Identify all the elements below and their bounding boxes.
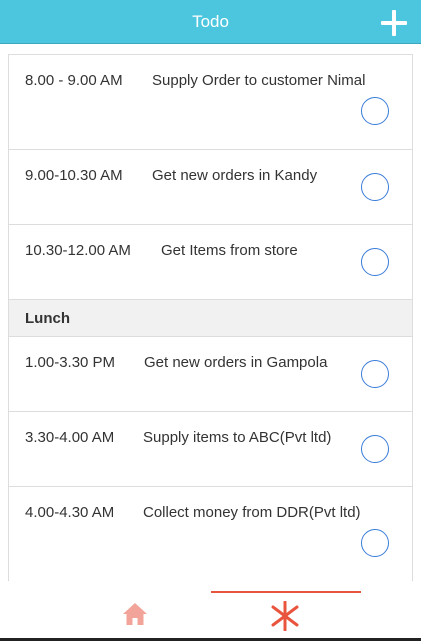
tab-home[interactable] <box>60 582 210 638</box>
app-header: Todo <box>0 0 421 44</box>
asterisk-icon <box>271 601 299 631</box>
task-title: Get Items from store <box>161 242 298 259</box>
tab-todo[interactable] <box>211 591 361 638</box>
home-icon <box>123 603 147 625</box>
task-time: 8.00 - 9.00 AM <box>25 72 123 89</box>
section-divider-lunch: Lunch <box>9 300 412 337</box>
task-checkbox[interactable] <box>361 97 389 125</box>
add-task-button[interactable] <box>381 10 407 36</box>
task-title: Get new orders in Gampola <box>144 354 328 371</box>
list-item[interactable]: 3.30-4.00 AM Supply items to ABC(Pvt ltd… <box>9 412 412 487</box>
task-time: 4.00-4.30 AM <box>25 504 115 521</box>
task-checkbox[interactable] <box>361 360 389 388</box>
list-item[interactable]: 10.30-12.00 AM Get Items from store <box>9 225 412 300</box>
task-time: 3.30-4.00 AM <box>25 429 115 446</box>
task-time: 10.30-12.00 AM <box>25 242 131 259</box>
task-checkbox[interactable] <box>361 529 389 557</box>
task-checkbox[interactable] <box>361 248 389 276</box>
page-title: Todo <box>192 12 229 31</box>
task-title: Get new orders in Kandy <box>152 167 318 184</box>
task-title: Supply Order to customer Nimal <box>152 72 366 89</box>
task-title: Collect money from DDR(Pvt ltd) <box>143 504 361 521</box>
task-checkbox[interactable] <box>361 435 389 463</box>
task-list: 8.00 - 9.00 AM Supply Order to customer … <box>8 54 413 581</box>
task-title: Supply items to ABC(Pvt ltd) <box>143 429 332 446</box>
list-item[interactable]: 8.00 - 9.00 AM Supply Order to customer … <box>9 55 412 150</box>
task-time: 9.00-10.30 AM <box>25 167 123 184</box>
task-checkbox[interactable] <box>361 173 389 201</box>
list-item[interactable]: 1.00-3.30 PM Get new orders in Gampola <box>9 337 412 412</box>
task-time: 1.00-3.30 PM <box>25 354 116 371</box>
bottom-tab-bar <box>0 582 421 641</box>
list-item[interactable]: 4.00-4.30 AM Collect money from DDR(Pvt … <box>9 487 412 581</box>
list-item[interactable]: 9.00-10.30 AM Get new orders in Kandy <box>9 150 412 225</box>
